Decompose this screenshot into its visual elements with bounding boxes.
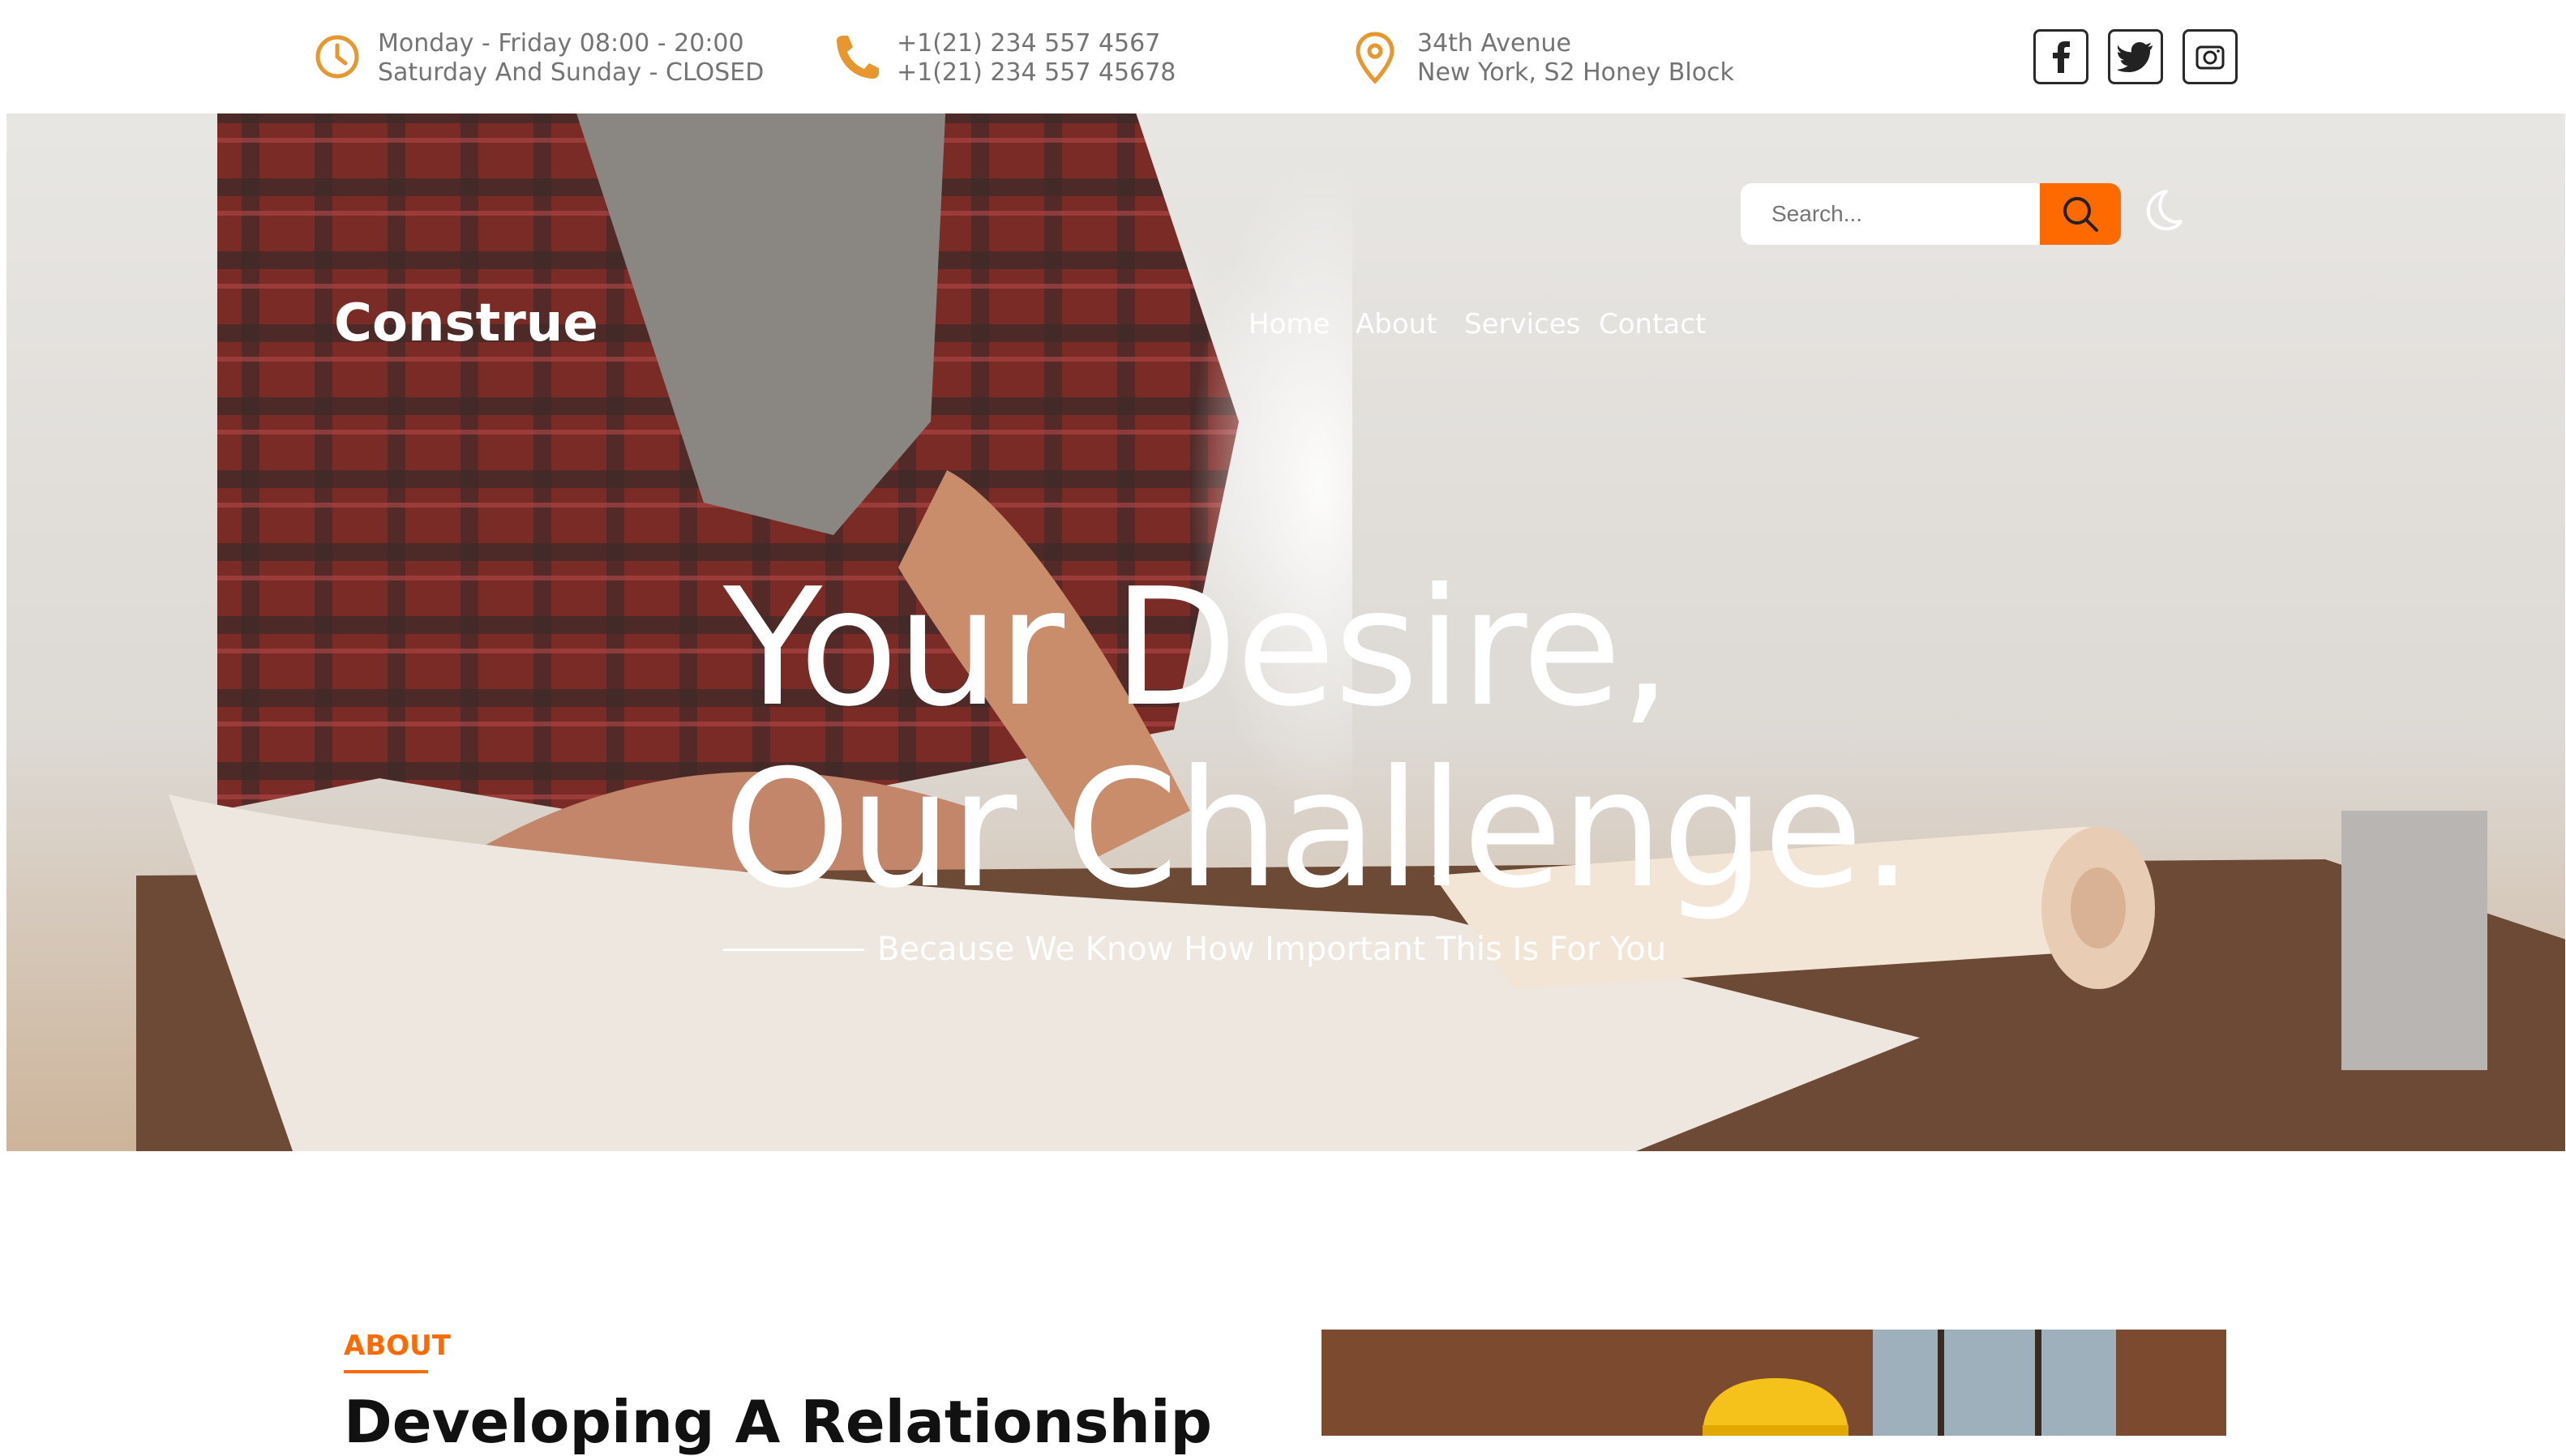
instagram-icon [2195,45,2225,70]
facebook-link[interactable] [2033,29,2088,84]
nav-services[interactable]: Services [1464,308,1580,340]
hours-weekdays: Monday - Friday 08:00 - 20:00 [378,29,744,58]
phone-secondary[interactable]: +1(21) 234 557 45678 [897,58,1176,88]
nav-home[interactable]: Home [1249,308,1330,340]
address-line2: New York, S2 Honey Block [1417,58,1734,87]
twitter-link[interactable] [2108,29,2163,84]
about-title: Developing A Relationship [344,1388,1213,1456]
hero-banner: Construe Home About Services Contact You… [6,113,2565,1151]
hero-subtitle: Because We Know How Important This Is Fo… [723,931,1666,968]
address-line1: 34th Avenue [1417,29,1571,58]
nav-contact[interactable]: Contact [1599,308,1706,340]
phone-primary[interactable]: +1(21) 234 557 4567 [897,29,1176,58]
clock-icon [315,35,359,79]
about-image [1322,1330,2226,1436]
top-info-bar: Monday - Friday 08:00 - 20:00 Saturday A… [0,0,2566,113]
hero-subtitle-text: Because We Know How Important This Is Fo… [877,931,1667,968]
address: 34th Avenue New York, S2 Honey Block [1351,29,1734,88]
phone-numbers: +1(21) 234 557 4567 +1(21) 234 557 45678 [830,29,1176,88]
nav-about[interactable]: About [1356,308,1437,340]
phone-icon [837,36,879,79]
twitter-icon [2118,42,2153,72]
search-input[interactable] [1741,183,2050,245]
location-pin-icon [1356,32,1394,84]
worker-photo [1322,1330,2226,1436]
opening-hours: Monday - Friday 08:00 - 20:00 Saturday A… [311,29,764,88]
hero-headline-line2: Our Challenge. [723,735,1913,924]
instagram-link[interactable] [2183,29,2238,84]
search-icon [2063,197,2098,232]
search-button[interactable] [2040,183,2121,245]
about-label: ABOUT [344,1330,451,1362]
about-label-underline [344,1370,428,1373]
facebook-icon [2053,41,2070,73]
hero-headline-line1: Your Desire, [723,554,1672,743]
site-logo[interactable]: Construe [334,293,598,353]
hours-weekend: Saturday And Sunday - CLOSED [378,58,765,87]
subtitle-rule [723,948,864,951]
moon-icon[interactable] [2137,186,2186,235]
